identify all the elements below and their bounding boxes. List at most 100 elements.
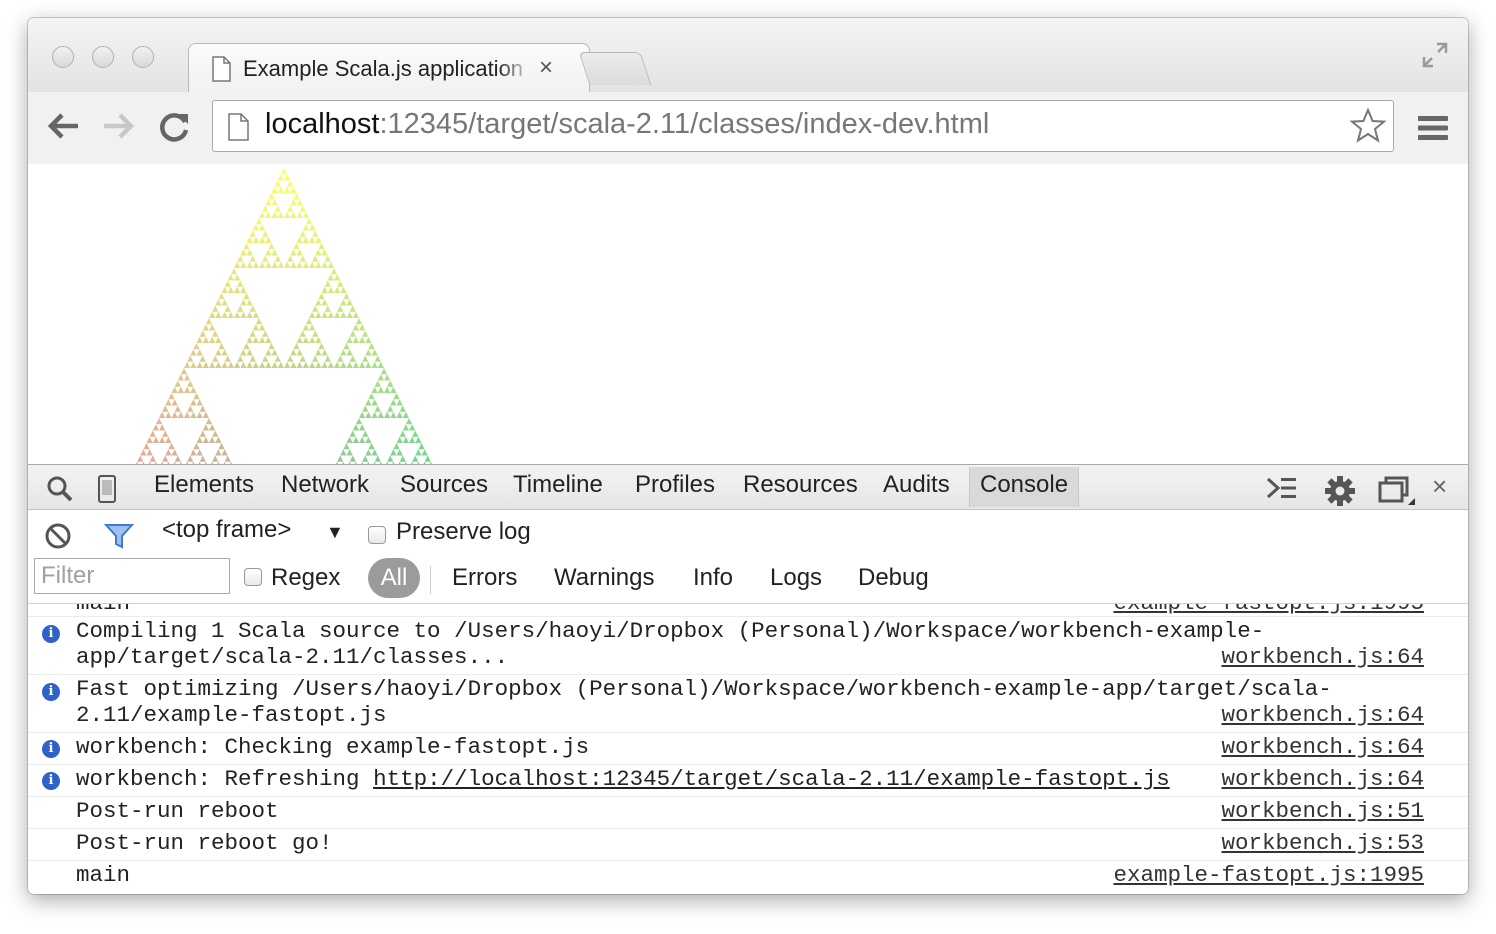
sierpinski-cell	[318, 293, 325, 300]
device-mode-icon[interactable]	[96, 475, 118, 503]
message-text: main	[76, 604, 130, 616]
sierpinski-cell	[424, 455, 431, 462]
source-link[interactable]: workbench.js:53	[1221, 830, 1424, 856]
new-tab-button[interactable]	[578, 52, 652, 85]
search-icon[interactable]	[46, 475, 74, 503]
message-text: 2.11/example-fastopt.js	[76, 702, 387, 728]
level-all-button[interactable]: All	[368, 558, 420, 598]
chevron-down-icon[interactable]: ▼	[326, 522, 344, 543]
sierpinski-cell	[274, 355, 281, 362]
sierpinski-cell	[202, 411, 209, 418]
sierpinski-cell	[371, 411, 378, 418]
level-warnings-button[interactable]: Warnings	[554, 564, 654, 592]
sierpinski-cell	[190, 411, 197, 418]
sierpinski-cell	[265, 199, 272, 206]
sierpinski-cell	[352, 336, 359, 343]
source-link[interactable]: example-fastopt.js:1995	[1113, 862, 1424, 888]
sierpinski-cell	[352, 436, 359, 443]
level-logs-button[interactable]: Logs	[770, 564, 822, 592]
devtools-close-icon[interactable]: ×	[1432, 471, 1447, 502]
tab-console[interactable]: Console	[969, 467, 1080, 507]
sierpinski-cell	[262, 330, 269, 337]
divider	[430, 566, 431, 594]
level-debug-button[interactable]: Debug	[858, 564, 929, 592]
sierpinski-cell	[290, 211, 297, 218]
tab-network[interactable]: Network	[281, 471, 369, 499]
sierpinski-cell	[240, 311, 247, 318]
minimize-window-button[interactable]	[92, 46, 114, 68]
source-link[interactable]: example-fastopt.js:1995	[1113, 604, 1424, 616]
sierpinski-cell	[340, 361, 347, 368]
tab-sources[interactable]: Sources	[400, 471, 488, 499]
forward-arrow-icon[interactable]	[100, 110, 136, 142]
tab-profiles[interactable]: Profiles	[635, 471, 715, 499]
sierpinski-cell	[252, 261, 259, 268]
sierpinski-cell	[227, 274, 234, 281]
source-link[interactable]: workbench.js:64	[1221, 644, 1424, 670]
tab-timeline[interactable]: Timeline	[513, 471, 603, 499]
show-drawer-icon[interactable]	[1266, 475, 1298, 501]
hamburger-menu-icon[interactable]	[1418, 114, 1448, 142]
regex-checkbox[interactable]	[244, 568, 262, 586]
gear-icon[interactable]	[1324, 475, 1356, 507]
sierpinski-cell	[184, 411, 191, 418]
message-url-link[interactable]: http://localhost:12345/target/scala-2.11…	[373, 766, 1170, 792]
reload-icon[interactable]	[158, 110, 192, 144]
sierpinski-cell	[140, 449, 147, 456]
sierpinski-cell	[224, 280, 231, 287]
preserve-log-checkbox[interactable]	[368, 526, 386, 544]
fullscreen-icon[interactable]	[1420, 40, 1450, 70]
back-arrow-icon[interactable]	[46, 110, 82, 142]
sierpinski-cell	[359, 336, 366, 343]
sierpinski-cell	[371, 386, 378, 393]
sierpinski-cell	[390, 399, 397, 406]
tab-elements[interactable]: Elements	[154, 471, 254, 499]
source-link[interactable]: workbench.js:51	[1221, 798, 1424, 824]
sierpinski-cell	[299, 355, 306, 362]
sierpinski-cell	[315, 361, 322, 368]
message-text: workbench: Refreshing http://localhost:1…	[76, 766, 1170, 792]
level-info-button[interactable]: Info	[693, 564, 733, 592]
sierpinski-cell	[355, 418, 363, 425]
sierpinski-cell	[190, 361, 197, 368]
level-errors-button[interactable]: Errors	[452, 564, 517, 592]
sierpinski-cell	[218, 293, 225, 300]
dock-side-icon[interactable]	[1378, 475, 1416, 507]
frame-selector[interactable]: <top frame>	[162, 516, 291, 544]
sierpinski-cell	[212, 355, 219, 362]
sierpinski-cell	[221, 286, 228, 293]
sierpinski-cell	[384, 386, 391, 393]
sierpinski-cell	[174, 455, 181, 462]
sierpinski-cell	[302, 336, 309, 343]
sierpinski-cell	[237, 355, 244, 362]
message-text: Post-run reboot	[76, 798, 279, 824]
sierpinski-cell	[271, 361, 278, 368]
filter-funnel-icon[interactable]	[104, 522, 134, 550]
source-link[interactable]: workbench.js:64	[1221, 766, 1424, 792]
tab-audits[interactable]: Audits	[883, 471, 950, 499]
bookmark-star-icon[interactable]	[1349, 107, 1387, 145]
sierpinski-cell	[296, 236, 303, 243]
sierpinski-cell	[365, 436, 372, 443]
sierpinski-cell	[290, 261, 297, 268]
sierpinski-cell	[265, 349, 272, 356]
tab-resources[interactable]: Resources	[743, 471, 858, 499]
sierpinski-cell	[265, 361, 272, 368]
close-window-button[interactable]	[52, 46, 74, 68]
filter-input[interactable]	[34, 558, 230, 594]
source-link[interactable]: workbench.js:64	[1221, 702, 1424, 728]
sierpinski-cell	[187, 455, 194, 462]
tab-active[interactable]: Example Scala.js application ×	[188, 43, 590, 94]
sierpinski-cell	[337, 305, 344, 312]
source-link[interactable]: workbench.js:64	[1221, 734, 1424, 760]
sierpinski-cell	[284, 261, 291, 268]
sierpinski-cell	[165, 399, 172, 406]
address-bar[interactable]: localhost:12345/target/scala-2.11/classe…	[212, 100, 1394, 152]
sierpinski-cell	[274, 205, 281, 212]
sierpinski-cell	[218, 343, 225, 350]
sierpinski-cell	[196, 449, 203, 456]
tab-close-icon[interactable]: ×	[539, 54, 553, 82]
sierpinski-cell	[409, 424, 416, 431]
clear-console-icon[interactable]	[44, 522, 72, 550]
zoom-window-button[interactable]	[132, 46, 154, 68]
